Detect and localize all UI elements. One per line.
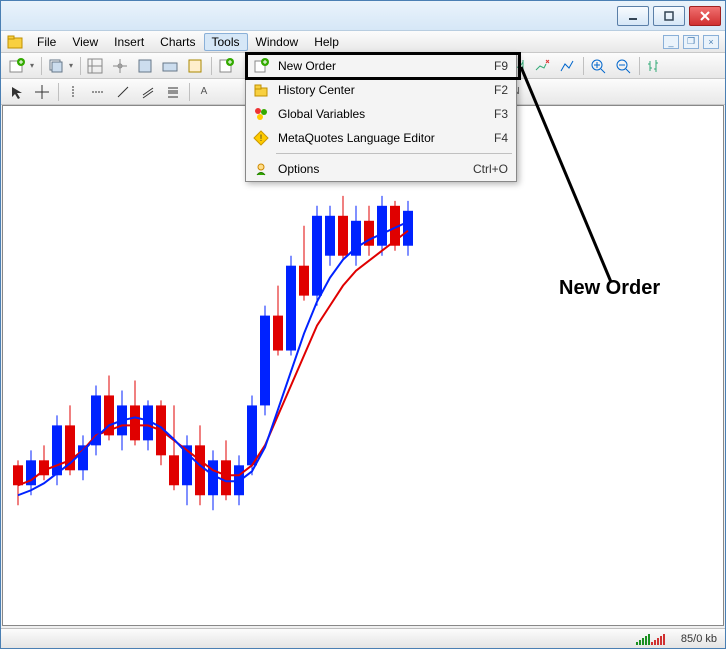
window-minimize-button[interactable] <box>617 6 649 26</box>
crosshair-button[interactable] <box>30 81 54 103</box>
new-chart-button[interactable] <box>5 55 29 77</box>
app-icon <box>5 33 25 51</box>
text-button[interactable]: A <box>192 81 216 103</box>
menu-insert[interactable]: Insert <box>106 33 152 51</box>
window-close-button[interactable] <box>689 6 721 26</box>
titlebar <box>1 1 725 31</box>
annotation-label: New Order <box>559 277 660 300</box>
navigator-button[interactable] <box>108 55 132 77</box>
globals-icon <box>250 104 272 124</box>
menu-shortcut: F4 <box>494 131 508 145</box>
market-watch-button[interactable] <box>83 55 107 77</box>
menu-help[interactable]: Help <box>306 33 347 51</box>
menu-shortcut: F2 <box>494 83 508 97</box>
text-label: A <box>197 86 212 97</box>
window-maximize-button[interactable] <box>653 6 685 26</box>
menu-shortcut: F3 <box>494 107 508 121</box>
menu-item-mql-editor[interactable]: ! MetaQuotes Language Editor F4 <box>246 126 516 150</box>
fibonacci-button[interactable] <box>161 81 185 103</box>
chart-area[interactable] <box>2 105 724 626</box>
connection-status: 85/0 kb <box>681 633 717 645</box>
menubar: File View Insert Charts Tools Window Hel… <box>1 31 725 53</box>
dropdown-arrow-icon[interactable]: ▾ <box>69 61 77 70</box>
history-icon <box>250 80 272 100</box>
horizontal-line-button[interactable] <box>86 81 110 103</box>
mdi-buttons: _ ❐ × <box>663 35 725 49</box>
indicators-button[interactable] <box>555 55 579 77</box>
menu-label: Options <box>278 162 473 176</box>
zoom-in-button[interactable] <box>586 55 610 77</box>
menu-label: New Order <box>278 59 494 73</box>
menu-item-global-variables[interactable]: Global Variables F3 <box>246 102 516 126</box>
menu-separator <box>276 153 512 154</box>
menu-item-history-center[interactable]: History Center F2 <box>246 78 516 102</box>
cursor-button[interactable] <box>5 81 29 103</box>
options-icon <box>250 159 272 179</box>
connection-bars-icon <box>636 633 665 645</box>
menu-view[interactable]: View <box>64 33 106 51</box>
strategy-tester-button[interactable] <box>183 55 207 77</box>
menu-label: History Center <box>278 83 494 97</box>
menu-window[interactable]: Window <box>248 33 307 51</box>
bar-chart-button[interactable] <box>642 55 666 77</box>
statusbar: 85/0 kb <box>1 628 725 648</box>
menu-file[interactable]: File <box>29 33 64 51</box>
menu-item-options[interactable]: Options Ctrl+O <box>246 157 516 181</box>
vertical-line-button[interactable] <box>61 81 85 103</box>
chart-shift-button[interactable] <box>530 55 554 77</box>
app-window: File View Insert Charts Tools Window Hel… <box>0 0 726 649</box>
dropdown-arrow-icon[interactable]: ▾ <box>30 61 38 70</box>
mdi-minimize-button[interactable]: _ <box>663 35 679 49</box>
trendline-button[interactable] <box>111 81 135 103</box>
tools-dropdown: New Order F9 History Center F2 Global Va… <box>245 53 517 182</box>
data-window-button[interactable] <box>133 55 157 77</box>
mql-icon: ! <box>250 128 272 148</box>
new-order-button[interactable] <box>214 55 238 77</box>
menu-shortcut: Ctrl+O <box>473 162 508 176</box>
mdi-restore-button[interactable]: ❐ <box>683 35 699 49</box>
menu-tools[interactable]: Tools <box>204 33 248 51</box>
channel-button[interactable] <box>136 81 160 103</box>
terminal-button[interactable] <box>158 55 182 77</box>
menu-charts[interactable]: Charts <box>152 33 203 51</box>
menu-item-new-order[interactable]: New Order F9 <box>246 54 516 78</box>
mdi-close-button[interactable]: × <box>703 35 719 49</box>
svg-text:!: ! <box>260 133 263 143</box>
menu-label: Global Variables <box>278 107 494 121</box>
new-order-icon <box>250 56 272 76</box>
profiles-button[interactable] <box>44 55 68 77</box>
zoom-out-button[interactable] <box>611 55 635 77</box>
menu-shortcut: F9 <box>494 59 508 73</box>
menu-label: MetaQuotes Language Editor <box>278 131 494 145</box>
